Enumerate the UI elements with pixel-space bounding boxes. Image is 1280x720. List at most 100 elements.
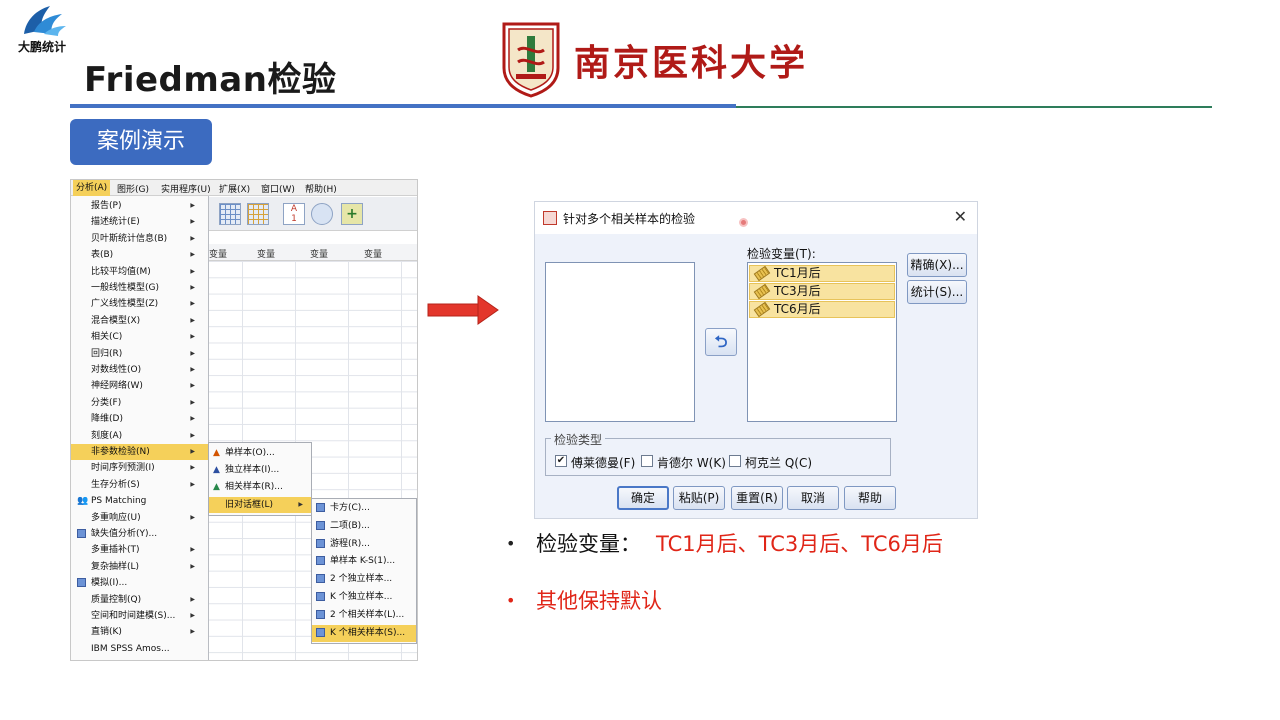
- header-divider-blue: [70, 104, 736, 108]
- menu-analyze[interactable]: 分析(A): [73, 180, 111, 196]
- menu-item[interactable]: 分类(F) ▶: [71, 395, 209, 411]
- submenu-item-related[interactable]: ▲ 相关样本(R)...: [209, 479, 311, 495]
- cursor-dot: [739, 218, 748, 227]
- close-icon[interactable]: ✕: [954, 207, 967, 226]
- header-divider-green: [736, 106, 1212, 108]
- menu-utilities[interactable]: 实用程序(U): [161, 182, 211, 195]
- chevron-right-icon: ▶: [190, 382, 195, 390]
- menu-item[interactable]: 多重响应(U) ▶: [71, 510, 209, 526]
- university-name: 南京医科大学: [574, 42, 809, 84]
- menu-item[interactable]: 直销(K) ▶: [71, 624, 209, 640]
- submenu-item[interactable]: 游程(R)...: [312, 536, 416, 554]
- grid-header-variable: 变量: [310, 250, 329, 260]
- menu-item[interactable]: 多重插补(T) ▶: [71, 542, 209, 558]
- menu-item[interactable]: 质量控制(Q) ▶: [71, 592, 209, 608]
- menu-item[interactable]: 贝叶斯统计信息(B) ▶: [71, 231, 209, 247]
- test-variable-item[interactable]: TC1月后: [749, 265, 895, 282]
- menu-item[interactable]: 神经网络(W) ▶: [71, 378, 209, 394]
- menu-item[interactable]: 生存分析(S) ▶: [71, 477, 209, 493]
- grid-header-variable: 变量: [257, 250, 276, 260]
- menu-item[interactable]: 一般线性模型(G) ▶: [71, 280, 209, 296]
- reset-button[interactable]: 重置(R): [731, 486, 783, 510]
- arrow-right-icon: [427, 295, 499, 325]
- kendall-w-checkbox[interactable]: [641, 455, 653, 467]
- menu-item[interactable]: 复杂抽样(L) ▶: [71, 559, 209, 575]
- data-view-icon[interactable]: [219, 203, 241, 225]
- test-variable-item[interactable]: TC6月后: [749, 301, 895, 318]
- menu-item[interactable]: IBM SPSS Amos...: [71, 641, 209, 657]
- cochran-q-label: 柯克兰 Q(C): [745, 456, 813, 470]
- test-variable-item[interactable]: TC3月后: [749, 283, 895, 300]
- variable-view-icon[interactable]: [247, 203, 269, 225]
- chevron-right-icon: ▶: [190, 480, 195, 488]
- chevron-right-icon: ▶: [190, 464, 195, 472]
- sets-icon[interactable]: [311, 203, 333, 225]
- submenu-item-independent[interactable]: ▲ 独立样本(I)...: [209, 462, 311, 478]
- menu-item[interactable]: 混合模型(X) ▶: [71, 313, 209, 329]
- kendall-w-label: 肯德尔 W(K): [657, 456, 726, 470]
- menu-item[interactable]: 描述统计(E) ▶: [71, 214, 209, 230]
- submenu-item[interactable]: 卡方(C)...: [312, 500, 416, 518]
- menu-item[interactable]: 时间序列预测(I) ▶: [71, 460, 209, 476]
- paste-button[interactable]: 粘贴(P): [673, 486, 725, 510]
- nonparametric-submenu: ▲ 单样本(O)... ▲ 独立样本(I)... ▲ 相关样本(R)... 旧对话框(…: [208, 442, 312, 516]
- chevron-right-icon: ▶: [190, 202, 195, 209]
- exact-button[interactable]: 精确(X)...: [907, 253, 967, 277]
- chevron-right-icon: ▶: [190, 546, 195, 554]
- menu-item[interactable]: 相关(C) ▶: [71, 329, 209, 345]
- bullet-value: TC1月后、TC3月后、TC6月后: [656, 532, 943, 556]
- menu-item[interactable]: 对数线性(O) ▶: [71, 362, 209, 378]
- test-variables-label: 检验变量(T):: [747, 247, 816, 261]
- ks-icon: [316, 556, 326, 566]
- test-variables-list[interactable]: TC1月后 TC3月后 TC6月后: [747, 262, 897, 422]
- menu-graphs[interactable]: 图形(G): [117, 182, 149, 195]
- submenu-item-one-sample[interactable]: ▲ 单样本(O)...: [209, 445, 311, 461]
- menu-item[interactable]: 报告(P) ▶: [71, 198, 209, 214]
- brand-logo: 大鹏统计: [10, 2, 74, 54]
- chevron-right-icon: ▶: [190, 612, 195, 619]
- add-icon[interactable]: +: [341, 203, 363, 225]
- university-seal: [500, 20, 562, 98]
- menu-item[interactable]: 模拟(I)...: [71, 575, 209, 591]
- cancel-button[interactable]: 取消: [787, 486, 839, 510]
- chevron-right-icon: ▶: [190, 251, 195, 259]
- menu-item-nonparametric[interactable]: 非参数检验(N) ▶: [71, 444, 209, 461]
- menu-item[interactable]: 降维(D) ▶: [71, 411, 209, 427]
- friedman-checkbox[interactable]: ✔: [555, 455, 567, 467]
- case-demo-button[interactable]: 案例演示: [70, 119, 212, 165]
- move-variable-button[interactable]: ⮌: [705, 328, 737, 356]
- submenu-item-legacy-dialogs[interactable]: 旧对话框(L) ▶: [209, 497, 311, 514]
- menu-item[interactable]: 👥 PS Matching: [71, 493, 209, 509]
- menu-item[interactable]: 表(B) ▶: [71, 247, 209, 263]
- menu-item[interactable]: 刻度(A) ▶: [71, 428, 209, 444]
- help-button[interactable]: 帮助: [844, 486, 896, 510]
- value-labels-icon[interactable]: A1: [283, 203, 305, 225]
- menu-item[interactable]: 回归(R) ▶: [71, 346, 209, 362]
- submenu-item[interactable]: 单样本 K-S(1)...: [312, 553, 416, 571]
- two-related-icon: [316, 609, 326, 620]
- submenu-item[interactable]: K 个独立样本...: [312, 589, 416, 607]
- menu-help[interactable]: 帮助(H): [305, 182, 337, 195]
- menu-item[interactable]: 比较平均值(M) ▶: [71, 264, 209, 280]
- ok-button[interactable]: 确定: [617, 486, 669, 510]
- menu-extensions[interactable]: 扩展(X): [219, 182, 250, 195]
- menu-item[interactable]: 缺失值分析(Y)...: [71, 526, 209, 542]
- menu-item[interactable]: 空间和时间建模(S)... ▶: [71, 608, 209, 624]
- grid-header-variable: 变量: [209, 250, 228, 260]
- chevron-right-icon: ▶: [190, 366, 195, 373]
- friedman-label: 傅莱德曼(F): [571, 456, 636, 470]
- submenu-item[interactable]: 二项(B)...: [312, 518, 416, 536]
- cochran-q-checkbox[interactable]: [729, 455, 741, 467]
- statistics-button[interactable]: 统计(S)...: [907, 280, 967, 304]
- menu-window[interactable]: 窗口(W): [261, 182, 295, 195]
- spss-menubar: 分析(A) 图形(G) 实用程序(U) 扩展(X) 窗口(W) 帮助(H): [71, 180, 417, 196]
- submenu-item[interactable]: 2 个独立样本...: [312, 571, 416, 589]
- submenu-item[interactable]: 2 个相关样本(L)...: [312, 607, 416, 625]
- chevron-right-icon: ▶: [190, 349, 195, 357]
- bullet-dot-icon: •: [506, 534, 516, 553]
- people-icon: 👥: [77, 496, 89, 507]
- menu-item[interactable]: 广义线性模型(Z) ▶: [71, 296, 209, 312]
- dialog-titlebar: 针对多个相关样本的检验 ✕: [535, 202, 977, 234]
- source-variable-list[interactable]: [545, 262, 695, 422]
- submenu-item-k-related[interactable]: K 个相关样本(S)...: [312, 624, 416, 643]
